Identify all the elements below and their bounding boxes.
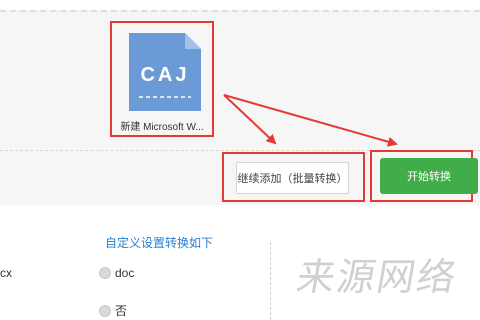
radio-label: doc [115,266,135,280]
settings-title: 自定义设置转换如下 [105,236,214,250]
caj-file-icon: CAJ [129,33,201,111]
continue-button-highlight: 继续添加（批量转换） [222,152,365,202]
column-divider [270,242,271,320]
watermark-text: 来源网络 [293,255,462,299]
start-button-highlight: 开始转换 [370,150,478,202]
radio-circle-icon[interactable] [99,267,111,279]
file-item[interactable]: CAJ 新建 Microsoft W... [110,21,214,137]
radio-label: 否 [115,304,128,318]
start-convert-button[interactable]: 开始转换 [380,158,478,194]
radio-option-no[interactable]: 否 [99,302,127,319]
radio-circle-icon[interactable] [99,304,111,317]
continue-add-button[interactable]: 继续添加（批量转换） [236,162,349,194]
format-label-partial: cx [0,266,12,280]
radio-option-doc[interactable]: doc [99,266,134,280]
file-name: 新建 Microsoft W... [120,122,204,133]
file-type-label: CAJ [140,64,189,86]
